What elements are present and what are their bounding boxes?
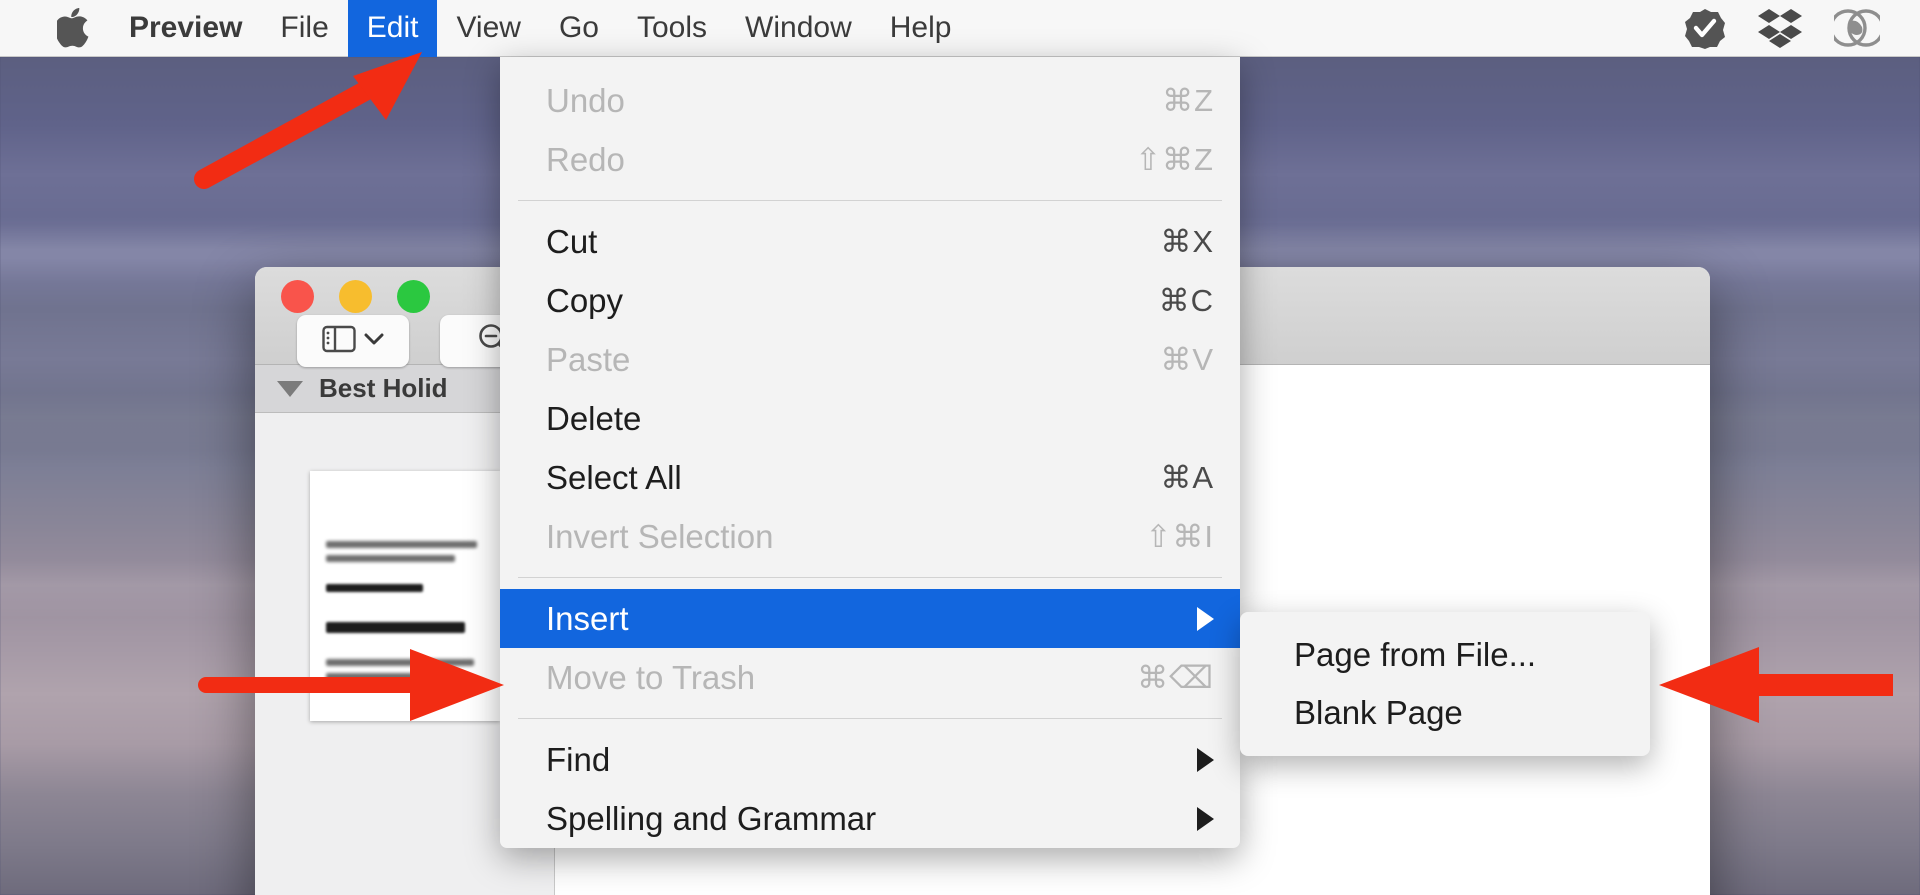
menubar-item-go[interactable]: Go [540, 0, 618, 57]
menu-item-label: Paste [546, 340, 631, 378]
menu-separator [518, 200, 1222, 201]
dropbox-icon[interactable] [1758, 7, 1802, 49]
adobe-creative-cloud-icon[interactable] [1834, 8, 1880, 48]
menu-item-label: Undo [546, 81, 625, 119]
menu-item-paste[interactable]: Paste ⌘V [500, 330, 1240, 389]
disclosure-triangle-icon[interactable] [277, 380, 303, 397]
menu-item-redo[interactable]: Redo ⇧⌘Z [500, 130, 1240, 189]
menu-item-shortcut: ⌘Z [1162, 82, 1214, 118]
menu-item-label: Delete [546, 399, 642, 437]
menu-item-shortcut: ⇧⌘Z [1135, 141, 1214, 177]
menu-item-insert[interactable]: Insert [500, 589, 1240, 648]
menu-item-label: Insert [546, 599, 629, 637]
menubar-item-window[interactable]: Window [726, 0, 871, 57]
menu-item-label: Spelling and Grammar [546, 799, 877, 837]
menu-item-page-from-file[interactable]: Page from File... [1240, 626, 1650, 684]
menu-item-find[interactable]: Find [500, 730, 1240, 789]
menu-item-cut[interactable]: Cut ⌘X [500, 212, 1240, 271]
menubar-item-view[interactable]: View [437, 0, 539, 57]
apple-logo-icon[interactable] [52, 8, 96, 48]
menu-item-label: Find [546, 740, 611, 778]
edit-dropdown-menu[interactable]: Undo ⌘Z Redo ⇧⌘Z Cut ⌘X Copy ⌘C Paste ⌘V… [500, 57, 1240, 848]
menu-item-label: Invert Selection [546, 517, 774, 555]
menu-item-shortcut: ⌘X [1160, 223, 1214, 259]
menu-item-select-all[interactable]: Select All ⌘A [500, 448, 1240, 507]
menu-separator [518, 718, 1222, 719]
sidebar-group-label: Best Holid [319, 373, 448, 403]
arrow-pointing-to-page-from-file [1655, 645, 1900, 730]
menu-item-invert-selection[interactable]: Invert Selection ⇧⌘I [500, 507, 1240, 566]
menu-item-label: Page from File... [1294, 636, 1537, 673]
menu-item-spelling-and-grammar[interactable]: Spelling and Grammar [500, 789, 1240, 848]
menu-item-label: Cut [546, 222, 598, 260]
menu-item-shortcut: ⌘V [1160, 341, 1214, 377]
menu-item-shortcut: ⌘A [1160, 459, 1214, 495]
menu-item-delete[interactable]: Delete [500, 389, 1240, 448]
submenu-arrow-icon [1197, 806, 1214, 831]
arrow-pointing-to-insert-item [198, 645, 508, 730]
menu-item-label: Move to Trash [546, 658, 756, 696]
checkmark-badge-icon[interactable] [1684, 7, 1726, 49]
menu-item-shortcut: ⌘C [1158, 282, 1214, 318]
arrow-pointing-to-edit-menu [190, 48, 430, 198]
menu-item-move-to-trash[interactable]: Move to Trash ⌘⌫ [500, 648, 1240, 707]
menu-separator [518, 577, 1222, 578]
menubar-item-help[interactable]: Help [871, 0, 971, 57]
menubar-status-area[interactable] [1684, 7, 1920, 49]
menu-item-label: Blank Page [1294, 694, 1463, 731]
menu-item-blank-page[interactable]: Blank Page [1240, 684, 1650, 742]
menu-item-label: Copy [546, 281, 624, 319]
menu-item-shortcut: ⇧⌘I [1145, 518, 1214, 554]
menu-item-label: Redo [546, 140, 625, 178]
submenu-arrow-icon [1197, 747, 1214, 772]
menu-item-label: Select All [546, 458, 682, 496]
menu-item-copy[interactable]: Copy ⌘C [500, 271, 1240, 330]
menu-item-shortcut: ⌘⌫ [1137, 659, 1214, 695]
insert-submenu[interactable]: Page from File... Blank Page [1240, 612, 1650, 756]
menu-item-undo[interactable]: Undo ⌘Z [500, 71, 1240, 130]
menubar-item-tools[interactable]: Tools [618, 0, 726, 57]
submenu-arrow-icon [1197, 606, 1214, 631]
